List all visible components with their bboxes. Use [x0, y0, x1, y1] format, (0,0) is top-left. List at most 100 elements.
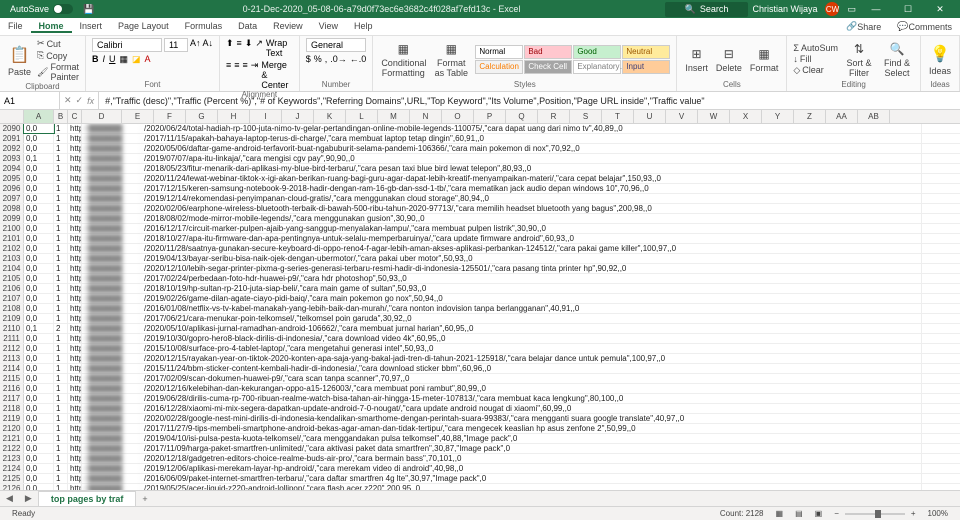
increase-font-icon[interactable]: A↑ [190, 38, 201, 52]
table-row[interactable]: 21050,01https://██████/2017/02/24/perbed… [0, 274, 960, 284]
view-layout-icon[interactable]: ▤ [789, 509, 809, 518]
table-row[interactable]: 21020,01https://██████/2020/11/28/saatny… [0, 244, 960, 254]
row-header[interactable]: 2121 [0, 434, 24, 443]
cancel-formula-icon[interactable]: ✕ [64, 95, 72, 106]
fill-button[interactable]: ↓ Fill [793, 54, 838, 64]
sheet-tab-active[interactable]: top pages by traf [38, 491, 137, 506]
table-row[interactable]: 20970,01https://██████/2019/12/14/rekome… [0, 194, 960, 204]
style-input[interactable]: Input [622, 60, 670, 74]
row-header[interactable]: 2103 [0, 254, 24, 263]
table-row[interactable]: 21070,01https://██████/2019/02/26/game-d… [0, 294, 960, 304]
next-sheet-icon[interactable]: ▶ [19, 493, 38, 504]
col-header[interactable]: Y [762, 110, 794, 123]
table-row[interactable]: 21240,01https://██████/2019/12/06/aplika… [0, 464, 960, 474]
format-as-table-button[interactable]: ▦Format as Table [431, 39, 471, 80]
col-header[interactable]: L [346, 110, 378, 123]
col-header[interactable]: M [378, 110, 410, 123]
row-header[interactable]: 2115 [0, 374, 24, 383]
fx-icon[interactable]: fx [87, 96, 94, 106]
fill-color-button[interactable]: ◪ [132, 54, 141, 65]
tab-page-layout[interactable]: Page Layout [110, 21, 177, 31]
align-right-icon[interactable]: ≡ [243, 60, 248, 90]
tab-review[interactable]: Review [265, 21, 311, 31]
tab-home[interactable]: Home [31, 21, 72, 33]
zoom-in-icon[interactable]: + [905, 509, 922, 518]
style-good[interactable]: Good [573, 45, 621, 59]
col-header[interactable]: AB [858, 110, 890, 123]
col-header[interactable]: C [68, 110, 82, 123]
col-header[interactable]: X [730, 110, 762, 123]
col-header[interactable]: O [442, 110, 474, 123]
col-header[interactable]: P [474, 110, 506, 123]
tab-help[interactable]: Help [346, 21, 381, 31]
row-header[interactable]: 2104 [0, 264, 24, 273]
row-header[interactable]: 2120 [0, 424, 24, 433]
zoom-out-icon[interactable]: − [828, 509, 845, 518]
table-row[interactable]: 21100,12https://██████/2020/05/10/aplika… [0, 324, 960, 334]
prev-sheet-icon[interactable]: ◀ [0, 493, 19, 504]
tab-view[interactable]: View [311, 21, 346, 31]
row-header[interactable]: 2112 [0, 344, 24, 353]
style-bad[interactable]: Bad [524, 45, 572, 59]
currency-icon[interactable]: $ [306, 54, 311, 64]
formula-input[interactable]: #,"Traffic (desc)","Traffic (Percent %)"… [99, 96, 960, 106]
col-header[interactable]: I [250, 110, 282, 123]
table-row[interactable]: 21000,01https://██████/2016/12/17/circui… [0, 224, 960, 234]
paste-button[interactable]: 📋Paste [6, 42, 33, 79]
col-header[interactable]: Z [794, 110, 826, 123]
table-row[interactable]: 20990,01https://██████/2018/08/02/mode-m… [0, 214, 960, 224]
style-explanatory…[interactable]: Explanatory… [573, 60, 621, 74]
name-box[interactable]: A1 [0, 92, 60, 109]
italic-button[interactable]: I [102, 54, 105, 65]
table-row[interactable]: 21040,01https://██████/2020/12/10/lebih-… [0, 264, 960, 274]
table-row[interactable]: 20950,01https://██████/2020/11/24/lewat-… [0, 174, 960, 184]
row-header[interactable]: 2093 [0, 154, 24, 163]
col-header[interactable]: F [154, 110, 186, 123]
col-header[interactable]: R [538, 110, 570, 123]
row-header[interactable]: 2096 [0, 184, 24, 193]
col-header[interactable]: B [54, 110, 68, 123]
row-header[interactable]: 2117 [0, 394, 24, 403]
table-row[interactable]: 20900,01https://██████/2020/06/24/total-… [0, 124, 960, 134]
col-header[interactable]: W [698, 110, 730, 123]
col-header[interactable]: N [410, 110, 442, 123]
maximize-icon[interactable]: ☐ [896, 4, 920, 15]
search-box[interactable]: 🔍 Search [665, 2, 749, 17]
indent-icon[interactable]: ⇥ [251, 60, 259, 90]
user-name[interactable]: Christian Wijaya [752, 4, 817, 14]
row-header[interactable]: 2119 [0, 414, 24, 423]
comments-button[interactable]: 💬 Comments [889, 18, 960, 35]
autosave-toggle[interactable]: AutoSave [4, 4, 79, 14]
table-row[interactable]: 21140,01https://██████/2015/11/24/bbm-st… [0, 364, 960, 374]
col-header[interactable]: U [634, 110, 666, 123]
row-header[interactable]: 2107 [0, 294, 24, 303]
row-header[interactable]: 2101 [0, 234, 24, 243]
row-header[interactable]: 2097 [0, 194, 24, 203]
row-header[interactable]: 2125 [0, 474, 24, 483]
table-row[interactable]: 20930,11https://██████/2019/07/07/apa-it… [0, 154, 960, 164]
avatar[interactable]: CW [825, 2, 839, 16]
col-header[interactable]: V [666, 110, 698, 123]
table-row[interactable]: 21130,01https://██████/2020/12/15/rayaka… [0, 354, 960, 364]
tab-file[interactable]: File [0, 21, 31, 31]
delete-cells-button[interactable]: ⊟Delete [714, 44, 744, 75]
col-header[interactable]: A [24, 110, 54, 123]
font-size-select[interactable]: 11 [164, 38, 188, 52]
table-row[interactable]: 20920,01https://██████/2020/05/06/daftar… [0, 144, 960, 154]
row-header[interactable]: 2114 [0, 364, 24, 373]
column-headers[interactable]: ABCDEFGHIJKLMNOPQRSTUVWXYZAAAB [0, 110, 960, 124]
number-format-select[interactable]: General [306, 38, 366, 52]
row-header[interactable]: 2100 [0, 224, 24, 233]
row-header[interactable]: 2106 [0, 284, 24, 293]
table-row[interactable]: 21230,01https://██████/2020/12/18/gadget… [0, 454, 960, 464]
find-select-button[interactable]: 🔍Find & Select [880, 39, 914, 80]
percent-icon[interactable]: % [314, 54, 322, 64]
format-cells-button[interactable]: ▦Format [748, 44, 781, 75]
zoom-slider[interactable] [845, 513, 905, 515]
row-header[interactable]: 2099 [0, 214, 24, 223]
table-row[interactable]: 20960,01https://██████/2017/12/15/keren-… [0, 184, 960, 194]
style-calculation[interactable]: Calculation [475, 60, 523, 74]
new-sheet-button[interactable]: + [136, 494, 153, 504]
table-row[interactable]: 21090,01https://██████/2017/06/21/cara-m… [0, 314, 960, 324]
insert-cells-button[interactable]: ⊞Insert [683, 44, 710, 75]
